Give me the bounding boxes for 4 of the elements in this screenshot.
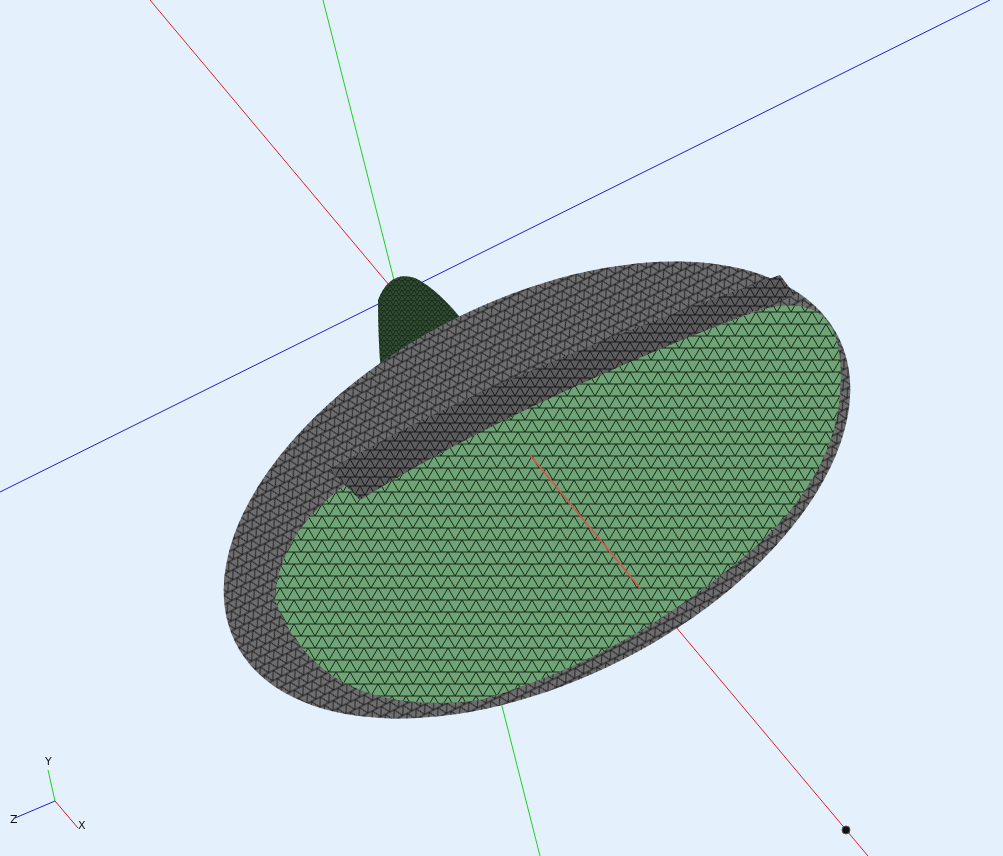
axis-label: X [78, 819, 86, 832]
point-marker-icon [841, 825, 851, 835]
axis-label: Y [45, 755, 52, 768]
axis-label: Z [10, 813, 18, 826]
